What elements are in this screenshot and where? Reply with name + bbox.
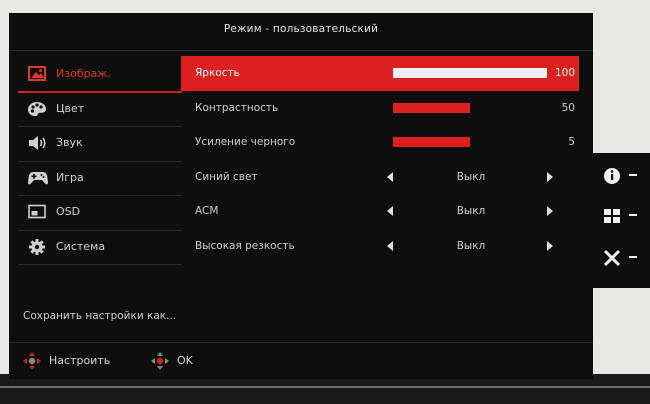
slider-fill — [393, 68, 547, 78]
setting-value: 100 — [554, 67, 575, 79]
osd-title: Режим - пользовательский — [223, 23, 379, 35]
exit-key[interactable] — [603, 247, 643, 269]
gamepad-icon — [28, 170, 50, 186]
setting-row-acm[interactable]: ACM Выкл — [181, 194, 579, 229]
close-icon — [603, 249, 621, 267]
speaker-icon — [28, 135, 50, 151]
arrow-right-icon[interactable] — [547, 206, 553, 216]
slider-fill — [393, 102, 470, 113]
setting-row-blue-light[interactable]: Синий свет Выкл — [181, 160, 579, 195]
sidebar-item-label: OSD — [56, 205, 81, 218]
osd-window-icon — [28, 204, 50, 220]
hint-adjust-label: Настроить — [49, 354, 111, 367]
menu-key[interactable] — [603, 205, 643, 227]
gear-icon — [28, 238, 50, 255]
setting-label: Контрастность — [195, 101, 279, 114]
sidebar-item-label: Звук — [56, 136, 83, 149]
setting-label: ACM — [195, 205, 219, 217]
palette-icon — [28, 101, 50, 117]
option-value: Выкл — [456, 205, 486, 217]
item-divider — [18, 264, 182, 265]
osd-side-keys — [593, 153, 650, 288]
monitor-bezel-edge — [0, 386, 650, 388]
option-value: Выкл — [456, 239, 486, 252]
dpad-icon — [23, 352, 41, 370]
contrast-slider[interactable] — [393, 102, 547, 113]
setting-value: 5 — [568, 136, 575, 148]
settings-panel: Яркость 100 Контрастность 50 Усиление че… — [181, 56, 579, 263]
arrow-left-icon[interactable] — [387, 240, 393, 251]
setting-label: Высокая резкость — [195, 239, 295, 252]
image-icon — [28, 66, 50, 82]
setting-row-contrast[interactable]: Контрастность 50 — [181, 91, 579, 126]
sidebar-item-label: Цвет — [56, 101, 85, 115]
info-icon — [604, 168, 620, 184]
key-dash — [629, 256, 637, 258]
key-dash — [629, 174, 637, 176]
setting-label: Яркость — [195, 67, 240, 79]
save-settings-as-button[interactable]: Сохранить настройки как... — [23, 310, 176, 322]
arrow-left-icon[interactable] — [387, 206, 393, 216]
arrow-right-icon[interactable] — [547, 240, 553, 251]
black-boost-slider[interactable] — [393, 137, 547, 147]
title-divider — [9, 50, 593, 51]
info-key[interactable] — [603, 165, 643, 187]
sidebar-item-color[interactable]: Цвет — [18, 93, 182, 127]
sidebar-item-label: Игра — [56, 170, 84, 184]
sidebar-item-game[interactable]: Игра — [18, 162, 182, 196]
option-value: Выкл — [456, 170, 486, 183]
brightness-slider[interactable] — [393, 68, 547, 78]
footer-divider — [9, 342, 593, 343]
sidebar-item-sound[interactable]: Звук — [18, 127, 182, 162]
sidebar-item-system[interactable]: Система — [18, 231, 182, 265]
sidebar-item-label: Изображ. — [56, 67, 111, 80]
setting-label: Усиление черного — [195, 136, 296, 148]
setting-row-super-sharpness[interactable]: Высокая резкость Выкл — [181, 229, 579, 264]
dpad-icon — [151, 352, 169, 370]
arrow-left-icon[interactable] — [387, 171, 393, 182]
sidebar-item-label: Система — [56, 239, 106, 253]
sidebar-item-osd[interactable]: OSD — [18, 196, 182, 231]
hint-ok-label: OK — [177, 354, 193, 367]
key-dash — [629, 214, 637, 216]
setting-row-brightness[interactable]: Яркость 100 — [181, 56, 579, 91]
slider-fill — [393, 137, 470, 147]
setting-row-black-boost[interactable]: Усиление черного 5 — [181, 125, 579, 160]
sidebar-item-image[interactable]: Изображ. — [18, 58, 182, 93]
setting-value: 50 — [561, 101, 575, 114]
setting-label: Синий свет — [195, 170, 258, 183]
osd-sidebar: Изображ. Цвет Звук Игра OSD Система — [18, 58, 182, 265]
arrow-right-icon[interactable] — [547, 171, 553, 182]
osd-menu: Режим - пользовательский Изображ. Цвет З… — [9, 13, 593, 379]
menu-grid-icon — [604, 209, 620, 223]
